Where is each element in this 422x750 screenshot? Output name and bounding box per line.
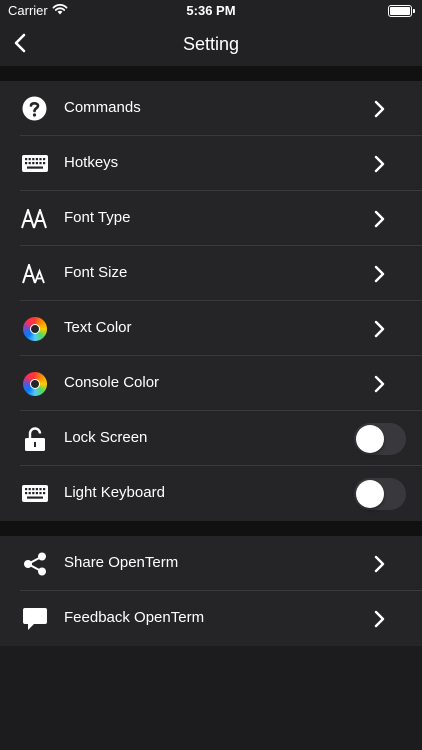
status-time: 5:36 PM: [186, 3, 236, 18]
section-gap: [0, 521, 422, 536]
speech-bubble-icon: [21, 606, 48, 631]
chevron-right-icon: [374, 320, 385, 338]
font-type-icon: [21, 206, 48, 231]
toggle-knob: [356, 480, 384, 508]
console-color-row[interactable]: Console Color: [0, 356, 422, 411]
battery-icon: [388, 5, 415, 17]
chevron-right-icon: [374, 210, 385, 228]
lock-screen-toggle[interactable]: [354, 423, 406, 455]
question-circle-icon: [21, 96, 48, 121]
font-type-row[interactable]: Font Type: [0, 191, 422, 246]
row-label: Font Type: [64, 209, 131, 226]
row-label: Commands: [64, 99, 141, 116]
page-title: Setting: [182, 34, 240, 54]
status-bar: Carrier 5:36 PM: [0, 0, 422, 22]
font-size-icon: [21, 261, 48, 286]
row-label: Hotkeys: [64, 154, 119, 171]
row-label: Text Color: [64, 319, 132, 336]
keyboard-icon: [21, 151, 48, 176]
feedback-openterm-row[interactable]: Feedback OpenTerm: [0, 591, 422, 646]
chevron-right-icon: [374, 265, 385, 283]
settings-screen: Carrier 5:36 PM Setting Commands Hotkeys…: [0, 0, 422, 750]
lock-screen-row: Lock Screen: [0, 411, 422, 466]
chevron-right-icon: [374, 555, 385, 573]
light-keyboard-row: Light Keyboard: [0, 466, 422, 521]
row-label: Lock Screen: [64, 429, 148, 446]
color-wheel-icon: [21, 316, 48, 341]
row-label: Light Keyboard: [64, 484, 165, 501]
chevron-right-icon: [374, 375, 385, 393]
row-label: Console Color: [64, 374, 160, 391]
light-keyboard-toggle[interactable]: [354, 478, 406, 510]
hotkeys-row[interactable]: Hotkeys: [0, 136, 422, 191]
row-label: Share OpenTerm: [64, 554, 179, 571]
chevron-right-icon: [374, 155, 385, 173]
text-color-row[interactable]: Text Color: [0, 301, 422, 356]
commands-row[interactable]: Commands: [0, 81, 422, 136]
section-gap: [0, 66, 422, 81]
row-label: Feedback OpenTerm: [64, 609, 205, 626]
share-group: Share OpenTerm Feedback OpenTerm: [0, 536, 422, 646]
share-icon: [21, 551, 48, 576]
navigation-bar: Setting: [0, 22, 422, 66]
chevron-right-icon: [374, 610, 385, 628]
keyboard-icon: [21, 481, 48, 506]
row-label: Font Size: [64, 264, 128, 281]
font-size-row[interactable]: Font Size: [0, 246, 422, 301]
color-wheel-icon: [21, 371, 48, 396]
unlock-icon: [21, 426, 48, 451]
chevron-right-icon: [374, 100, 385, 118]
share-openterm-row[interactable]: Share OpenTerm: [0, 536, 422, 591]
toggle-knob: [356, 425, 384, 453]
settings-group: Commands Hotkeys Font Type Font Size Tex…: [0, 81, 422, 521]
